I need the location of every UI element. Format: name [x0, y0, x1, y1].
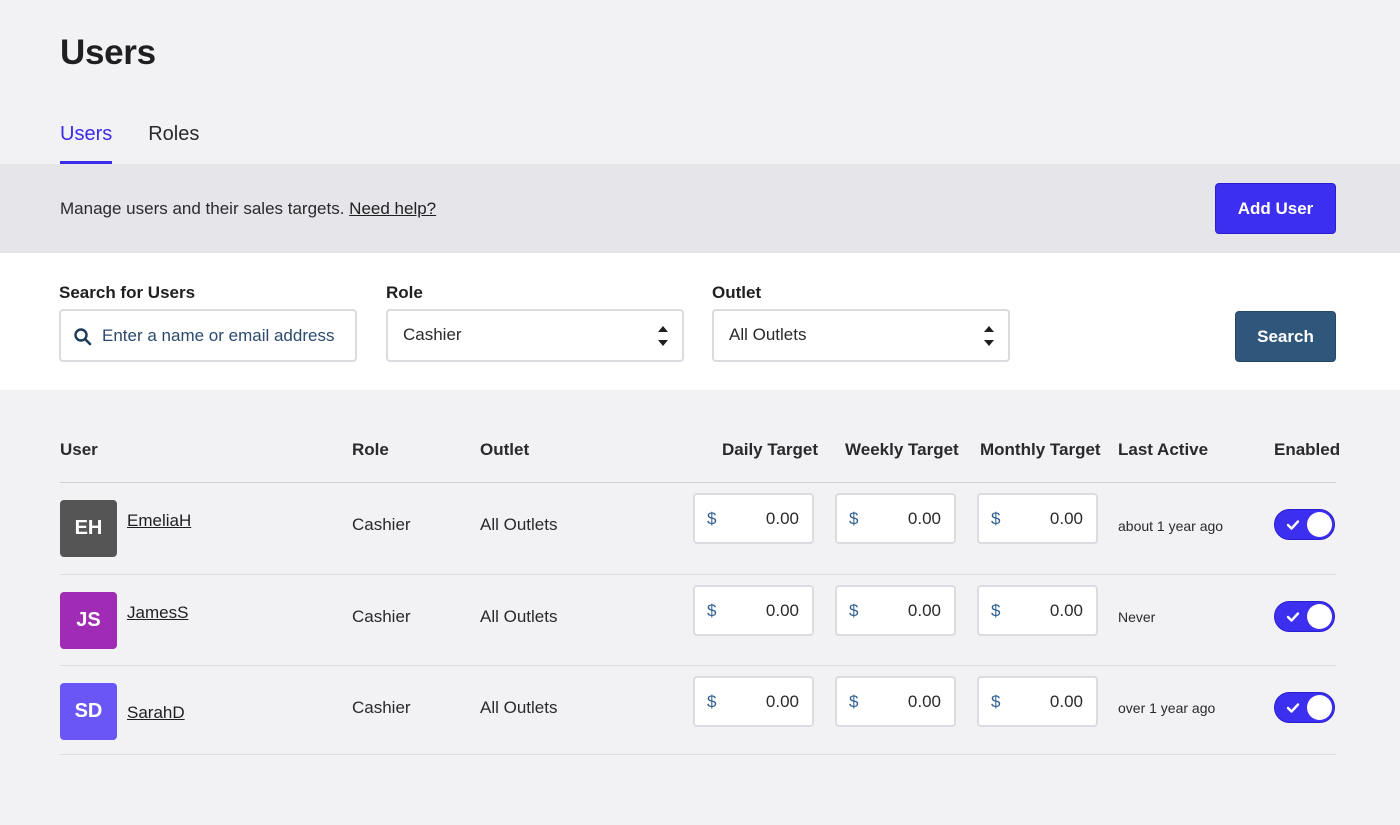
help-link[interactable]: Need help?	[349, 199, 436, 218]
user-outlet: All Outlets	[480, 607, 558, 626]
monthly-target-input[interactable]: $ 0.00	[977, 493, 1098, 544]
last-active-text: Never	[1118, 609, 1156, 625]
role-label: Role	[386, 283, 423, 302]
check-icon	[1286, 703, 1300, 713]
currency-symbol: $	[707, 601, 717, 620]
check-icon	[1286, 612, 1300, 622]
currency-symbol: $	[707, 692, 717, 711]
user-outlet: All Outlets	[480, 698, 558, 717]
toggle-knob	[1307, 604, 1332, 629]
daily-target-value: 0.00	[765, 601, 799, 620]
outlet-select-value: All Outlets	[729, 325, 807, 344]
search-field	[59, 309, 357, 362]
last-active-text: about 1 year ago	[1118, 518, 1224, 534]
currency-symbol: $	[707, 509, 717, 528]
row-divider	[60, 754, 1336, 755]
tab-users[interactable]: Users	[60, 120, 113, 164]
info-banner: Manage users and their sales targets. Ne…	[0, 164, 1400, 253]
weekly-target-value: 0.00	[907, 509, 941, 528]
monthly-target-input[interactable]: $ 0.00	[977, 585, 1098, 636]
column-header-monthly-target: Monthly Target	[980, 440, 1101, 459]
check-icon	[1286, 520, 1300, 530]
enabled-toggle[interactable]	[1274, 509, 1335, 540]
user-name-link[interactable]: EmeliaH	[127, 511, 191, 531]
search-icon	[74, 328, 92, 346]
currency-symbol: $	[849, 509, 859, 528]
daily-target-input[interactable]: $ 0.00	[693, 676, 814, 727]
tab-roles[interactable]: Roles	[148, 120, 199, 164]
enabled-toggle[interactable]	[1274, 692, 1335, 723]
weekly-target-input[interactable]: $ 0.00	[835, 585, 956, 636]
daily-target-input[interactable]: $ 0.00	[693, 493, 814, 544]
column-header-role[interactable]: Role	[352, 440, 389, 460]
toggle-knob	[1307, 512, 1332, 537]
outlet-select[interactable]: All Outlets	[712, 309, 1010, 362]
avatar: JS	[60, 592, 117, 649]
currency-symbol: $	[991, 692, 1001, 711]
enabled-toggle[interactable]	[1274, 601, 1335, 632]
currency-symbol: $	[849, 692, 859, 711]
user-outlet: All Outlets	[480, 515, 558, 534]
role-select[interactable]: Cashier	[386, 309, 684, 362]
avatar: SD	[60, 683, 117, 740]
column-header-daily-target: Daily Target	[722, 440, 819, 459]
search-label: Search for Users	[59, 283, 196, 302]
toggle-knob	[1307, 695, 1332, 720]
monthly-target-value: 0.00	[1049, 692, 1083, 711]
currency-symbol: $	[991, 509, 1001, 528]
last-active-text: over 1 year ago	[1118, 700, 1216, 716]
monthly-target-value: 0.00	[1049, 509, 1083, 528]
banner-description: Manage users and their sales targets.	[60, 199, 345, 218]
add-user-button[interactable]: Add User	[1215, 183, 1336, 234]
weekly-target-value: 0.00	[907, 692, 941, 711]
column-header-outlet[interactable]: Outlet	[480, 440, 529, 460]
avatar: EH	[60, 500, 117, 557]
select-arrows-icon	[658, 326, 668, 346]
column-header-enabled: Enabled	[1274, 440, 1341, 459]
table-row: SD SarahD Cashier All Outlets $ 0.00 $ 0…	[60, 666, 1336, 755]
column-header-user[interactable]: User	[60, 440, 98, 460]
search-input[interactable]	[102, 323, 342, 349]
monthly-target-value: 0.00	[1049, 601, 1083, 620]
user-role: Cashier	[352, 698, 411, 717]
daily-target-value: 0.00	[765, 509, 799, 528]
monthly-target-input[interactable]: $ 0.00	[977, 676, 1098, 727]
select-arrows-icon	[984, 326, 994, 346]
weekly-target-value: 0.00	[907, 601, 941, 620]
column-header-weekly-target: Weekly Target	[845, 440, 959, 459]
currency-symbol: $	[991, 601, 1001, 620]
user-role: Cashier	[352, 607, 411, 626]
daily-target-input[interactable]: $ 0.00	[693, 585, 814, 636]
weekly-target-input[interactable]: $ 0.00	[835, 676, 956, 727]
user-name-link[interactable]: JamesS	[127, 603, 188, 623]
page-title: Users	[60, 33, 156, 72]
search-button[interactable]: Search	[1235, 311, 1336, 362]
user-name-link[interactable]: SarahD	[127, 703, 185, 723]
table-row: JS JamesS Cashier All Outlets $ 0.00 $ 0…	[60, 575, 1336, 666]
daily-target-value: 0.00	[765, 692, 799, 711]
outlet-label: Outlet	[712, 283, 762, 302]
weekly-target-input[interactable]: $ 0.00	[835, 493, 956, 544]
currency-symbol: $	[849, 601, 859, 620]
tab-bar: Users Roles	[60, 120, 199, 164]
table-row: EH EmeliaH Cashier All Outlets $ 0.00 $ …	[60, 483, 1336, 575]
role-select-value: Cashier	[403, 325, 462, 344]
user-role: Cashier	[352, 515, 411, 534]
banner-text: Manage users and their sales targets. Ne…	[60, 199, 436, 219]
column-header-last-active[interactable]: Last Active	[1118, 440, 1208, 460]
filter-bar: Search for Users Role Cashier Outlet All…	[0, 253, 1400, 390]
